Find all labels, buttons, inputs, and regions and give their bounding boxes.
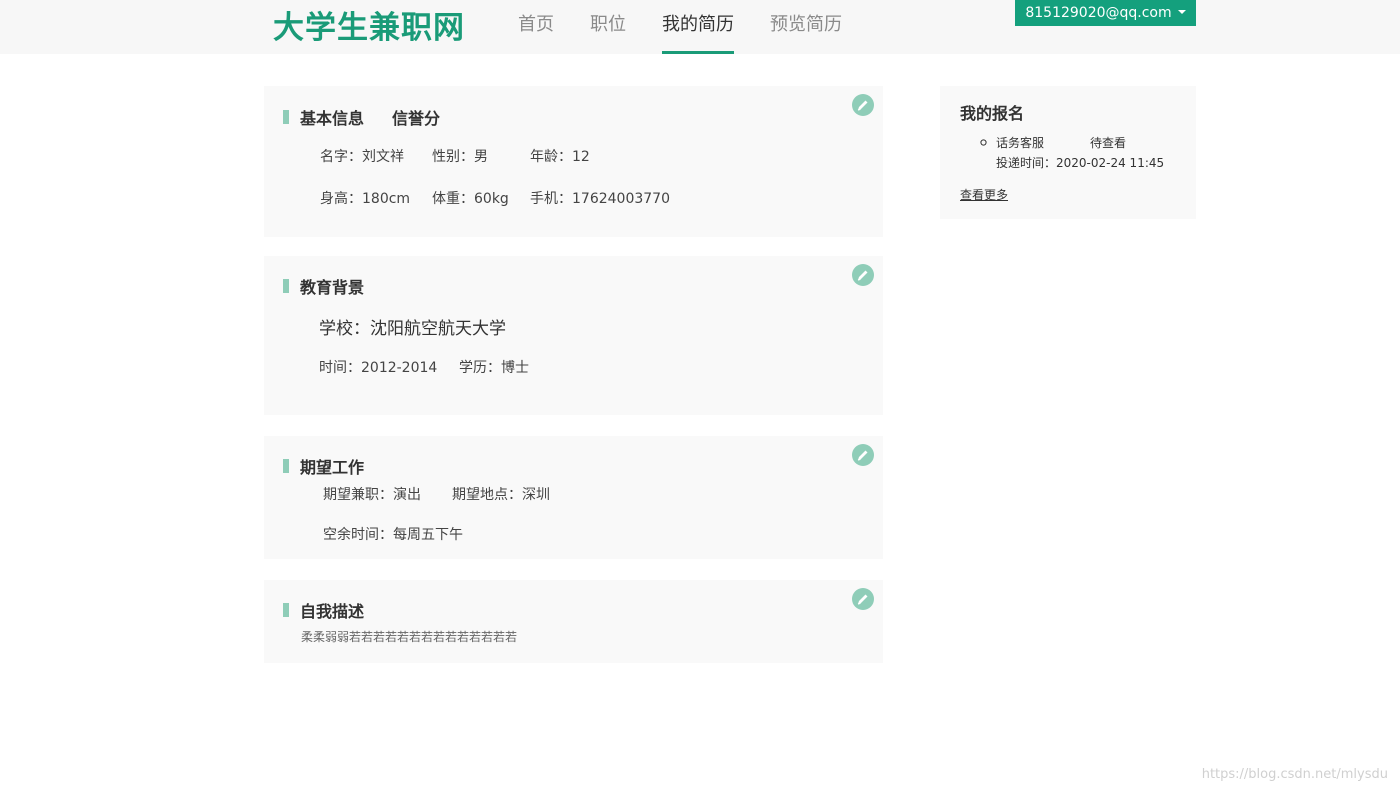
expected-job-field: 期望兼职：演出 xyxy=(323,487,421,503)
education-card: 教育背景 学校：沈阳航空航天大学 时间：2012-2014 学历：博士 xyxy=(264,256,883,415)
degree-field: 学历：博士 xyxy=(459,360,529,376)
edit-self-description-button[interactable] xyxy=(852,588,874,610)
edit-basic-info-button[interactable] xyxy=(852,94,874,116)
pencil-icon xyxy=(857,270,868,281)
free-time-field: 空余时间：每周五下午 xyxy=(323,527,463,543)
self-description-card: 自我描述 柔柔弱弱若若若若若若若若若若若若若若 xyxy=(264,580,883,663)
age-field: 年龄：12 xyxy=(530,149,590,165)
main-nav: 首页 职位 我的简历 预览简历 xyxy=(518,0,878,54)
my-applications-panel: 我的报名 话务客服 待查看 投递时间：2020-02-24 11:45 查看更多 xyxy=(940,86,1196,219)
site-logo[interactable]: 大学生兼职网 xyxy=(273,8,465,48)
education-title: 教育背景 xyxy=(300,278,365,297)
self-description-header: 自我描述 xyxy=(283,598,364,622)
basic-info-card: 基本信息 信誉分 名字：刘文祥 性别：男 年龄：12 身高：180cm 体重：6… xyxy=(264,86,883,237)
application-job[interactable]: 话务客服 xyxy=(996,134,1044,151)
top-bar: 大学生兼职网 首页 职位 我的简历 预览简历 815129020@qq.com xyxy=(0,0,1400,54)
study-time-field: 时间：2012-2014 xyxy=(319,360,438,376)
gender-field: 性别：男 xyxy=(432,149,488,165)
application-submit-time: 投递时间：2020-02-24 11:45 xyxy=(996,156,1165,170)
expected-job-title: 期望工作 xyxy=(300,458,365,477)
nav-my-resume[interactable]: 我的简历 xyxy=(662,0,734,54)
account-email: 815129020@qq.com xyxy=(1025,5,1172,21)
weight-field: 体重：60kg xyxy=(432,191,509,207)
section-marker xyxy=(283,603,289,617)
caret-down-icon xyxy=(1177,10,1186,14)
edit-expected-job-button[interactable] xyxy=(852,444,874,466)
name-field: 名字：刘文祥 xyxy=(320,149,404,165)
credit-score-title: 信誉分 xyxy=(392,109,441,128)
account-dropdown[interactable]: 815129020@qq.com xyxy=(1015,0,1196,26)
school-field: 学校：沈阳航空航天大学 xyxy=(319,319,506,339)
watermark: https://blog.csdn.net/mlysdu xyxy=(1201,767,1388,782)
self-description-text: 柔柔弱弱若若若若若若若若若若若若若若 xyxy=(301,630,518,644)
basic-info-header: 基本信息 信誉分 xyxy=(283,105,440,129)
nav-home[interactable]: 首页 xyxy=(518,0,554,54)
self-description-title: 自我描述 xyxy=(300,602,365,621)
pencil-icon xyxy=(857,594,868,605)
section-marker xyxy=(283,279,289,293)
expected-place-field: 期望地点：深圳 xyxy=(452,487,550,503)
nav-preview-resume[interactable]: 预览简历 xyxy=(770,0,842,54)
expected-job-header: 期望工作 xyxy=(283,454,364,478)
pencil-icon xyxy=(857,100,868,111)
section-marker xyxy=(283,459,289,473)
basic-info-title: 基本信息 xyxy=(300,109,365,128)
height-field: 身高：180cm xyxy=(320,191,411,207)
edit-education-button[interactable] xyxy=(852,264,874,286)
section-marker xyxy=(283,110,289,124)
list-bullet-icon xyxy=(980,139,987,146)
my-applications-title: 我的报名 xyxy=(960,104,1025,123)
view-more-link[interactable]: 查看更多 xyxy=(960,186,1008,203)
expected-job-card: 期望工作 期望兼职：演出 期望地点：深圳 空余时间：每周五下午 xyxy=(264,436,883,559)
pencil-icon xyxy=(857,450,868,461)
education-header: 教育背景 xyxy=(283,274,364,298)
nav-jobs[interactable]: 职位 xyxy=(590,0,626,54)
application-status: 待查看 xyxy=(1090,136,1127,150)
phone-field: 手机：17624003770 xyxy=(530,191,670,207)
